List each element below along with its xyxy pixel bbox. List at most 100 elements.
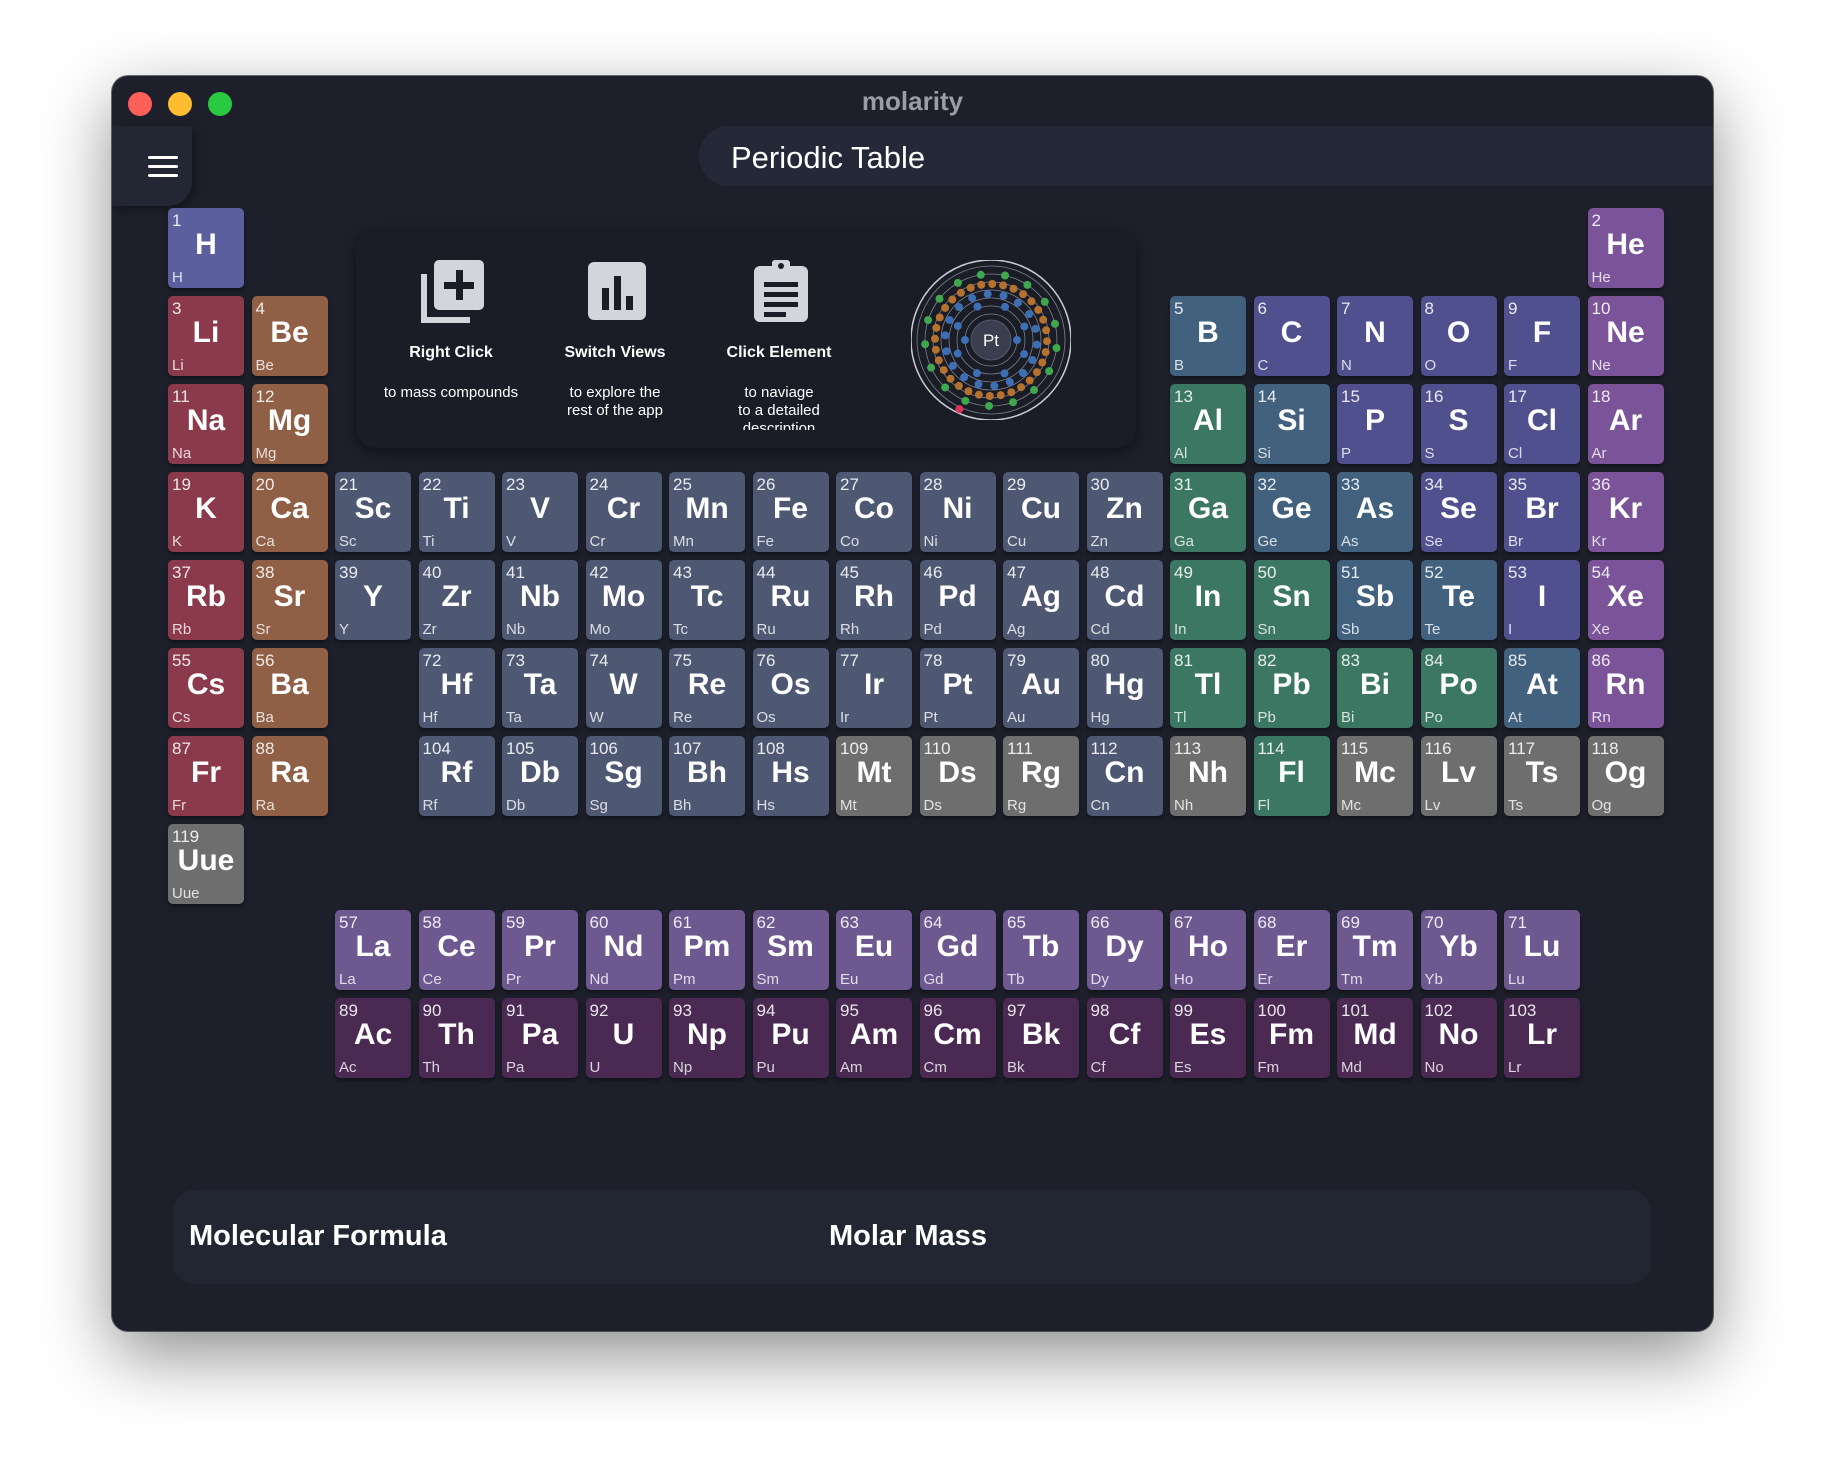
element-n[interactable]: 7NN [1337, 296, 1413, 376]
element-pm[interactable]: 61 Pm Pm [669, 910, 745, 990]
element-fl[interactable]: 114 Fl Fl [1253, 736, 1330, 816]
element-os[interactable]: 76 Os Os [752, 648, 829, 728]
element-hs[interactable]: 108 Hs Hs [752, 736, 829, 816]
element-ga[interactable]: 31 Ga Ga [1170, 472, 1246, 552]
element-mt[interactable]: 109 Mt Mt [836, 736, 912, 816]
element-ba[interactable]: 56 Ba Ba [251, 648, 328, 728]
element-ds[interactable]: 110 Ds Ds [919, 736, 996, 816]
element-lv[interactable]: 116 Lv Lv [1420, 736, 1497, 816]
element-xe[interactable]: 54 Xe Xe [1587, 560, 1664, 640]
element-tb[interactable]: 65 Tb Tb [1003, 910, 1079, 990]
element-nh[interactable]: 113 Nh Nh [1170, 736, 1246, 816]
element-tc[interactable]: 43 Tc Tc [669, 560, 745, 640]
element-te[interactable]: 52 Te Te [1420, 560, 1497, 640]
element-se[interactable]: 34 Se Se [1420, 472, 1497, 552]
element-yb[interactable]: 70 Yb Yb [1420, 910, 1497, 990]
element-cu[interactable]: 29 Cu Cu [1003, 472, 1079, 552]
element-co[interactable]: 27 Co Co [836, 472, 912, 552]
element-db[interactable]: 105 Db Db [502, 736, 578, 816]
element-cn[interactable]: 112 Cn Cn [1086, 736, 1163, 816]
element-c[interactable]: 6CC [1253, 296, 1330, 376]
element-am[interactable]: 95 Am Am [836, 998, 912, 1078]
element-as[interactable]: 33 As As [1337, 472, 1413, 552]
element-bi[interactable]: 83 Bi Bi [1337, 648, 1413, 728]
element-cf[interactable]: 98 Cf Cf [1086, 998, 1163, 1078]
element-i[interactable]: 53 I I [1504, 560, 1580, 640]
element-hg[interactable]: 80 Hg Hg [1086, 648, 1163, 728]
element-be[interactable]: 4 Be Be [251, 296, 328, 376]
element-fe[interactable]: 26 Fe Fe [752, 472, 829, 552]
element-nb[interactable]: 41 Nb Nb [502, 560, 578, 640]
element-zn[interactable]: 30 Zn Zn [1086, 472, 1163, 552]
element-nd[interactable]: 60 Nd Nd [585, 910, 662, 990]
element-o[interactable]: 8OO [1420, 296, 1497, 376]
element-he[interactable]: 2 He He [1587, 208, 1664, 288]
element-cr[interactable]: 24 Cr Cr [585, 472, 662, 552]
element-au[interactable]: 79 Au Au [1003, 648, 1079, 728]
element-fm[interactable]: 100 Fm Fm [1253, 998, 1330, 1078]
element-sc[interactable]: 21 Sc Sc [335, 472, 411, 552]
element-ac[interactable]: 89 Ac Ac [335, 998, 411, 1078]
element-ne[interactable]: 10 Ne Ne [1587, 296, 1664, 376]
element-pt[interactable]: 78 Pt Pt [919, 648, 996, 728]
element-hf[interactable]: 72 Hf Hf [418, 648, 495, 728]
element-s[interactable]: 16 S S [1420, 384, 1497, 464]
element-rn[interactable]: 86 Rn Rn [1587, 648, 1664, 728]
element-mn[interactable]: 25 Mn Mn [669, 472, 745, 552]
element-w[interactable]: 74 W W [585, 648, 662, 728]
element-si[interactable]: 14 Si Si [1253, 384, 1330, 464]
element-f[interactable]: 9FF [1504, 296, 1580, 376]
element-pu[interactable]: 94 Pu Pu [752, 998, 829, 1078]
element-er[interactable]: 68 Er Er [1253, 910, 1330, 990]
element-ce[interactable]: 58 Ce Ce [418, 910, 495, 990]
element-po[interactable]: 84 Po Po [1420, 648, 1497, 728]
element-zr[interactable]: 40 Zr Zr [418, 560, 495, 640]
element-tl[interactable]: 81 Tl Tl [1170, 648, 1246, 728]
element-ag[interactable]: 47 Ag Ag [1003, 560, 1079, 640]
element-ca[interactable]: 20 Ca Ca [251, 472, 328, 552]
menu-button[interactable] [112, 126, 192, 206]
element-dy[interactable]: 66 Dy Dy [1086, 910, 1163, 990]
element-b[interactable]: 5BB [1170, 296, 1246, 376]
element-es[interactable]: 99 Es Es [1170, 998, 1246, 1078]
element-al[interactable]: 13 Al Al [1170, 384, 1246, 464]
element-sm[interactable]: 62 Sm Sm [752, 910, 829, 990]
element-pr[interactable]: 59 Pr Pr [502, 910, 578, 990]
element-ra[interactable]: 88 Ra Ra [251, 736, 328, 816]
bohr-model-icon[interactable]: Pt [911, 260, 1071, 420]
element-la[interactable]: 57 La La [335, 910, 411, 990]
element-mc[interactable]: 115 Mc Mc [1337, 736, 1413, 816]
element-cm[interactable]: 96 Cm Cm [919, 998, 996, 1078]
element-th[interactable]: 90 Th Th [418, 998, 495, 1078]
element-uue[interactable]: 119 Uue Uue [168, 824, 244, 904]
element-k[interactable]: 19 K K [168, 472, 244, 552]
element-u[interactable]: 92 U U [585, 998, 662, 1078]
element-sr[interactable]: 38 Sr Sr [251, 560, 328, 640]
element-mo[interactable]: 42 Mo Mo [585, 560, 662, 640]
element-sg[interactable]: 106 Sg Sg [585, 736, 662, 816]
element-rg[interactable]: 111 Rg Rg [1003, 736, 1079, 816]
element-at[interactable]: 85 At At [1504, 648, 1580, 728]
element-md[interactable]: 101 Md Md [1337, 998, 1413, 1078]
element-cl[interactable]: 17 Cl Cl [1504, 384, 1580, 464]
element-bk[interactable]: 97 Bk Bk [1003, 998, 1079, 1078]
element-p[interactable]: 15 P P [1337, 384, 1413, 464]
element-ir[interactable]: 77 Ir Ir [836, 648, 912, 728]
element-no[interactable]: 102 No No [1420, 998, 1497, 1078]
element-rf[interactable]: 104 Rf Rf [418, 736, 495, 816]
element-ta[interactable]: 73 Ta Ta [502, 648, 578, 728]
element-cd[interactable]: 48 Cd Cd [1086, 560, 1163, 640]
element-ru[interactable]: 44 Ru Ru [752, 560, 829, 640]
element-sb[interactable]: 51 Sb Sb [1337, 560, 1413, 640]
element-br[interactable]: 35 Br Br [1504, 472, 1580, 552]
element-h[interactable]: 1HH [168, 208, 244, 288]
element-rh[interactable]: 45 Rh Rh [836, 560, 912, 640]
element-ar[interactable]: 18 Ar Ar [1587, 384, 1664, 464]
element-og[interactable]: 118 Og Og [1587, 736, 1664, 816]
element-ge[interactable]: 32 Ge Ge [1253, 472, 1330, 552]
element-sn[interactable]: 50 Sn Sn [1253, 560, 1330, 640]
element-cs[interactable]: 55 Cs Cs [168, 648, 244, 728]
element-gd[interactable]: 64 Gd Gd [919, 910, 996, 990]
element-kr[interactable]: 36 Kr Kr [1587, 472, 1664, 552]
element-lr[interactable]: 103 Lr Lr [1504, 998, 1580, 1078]
